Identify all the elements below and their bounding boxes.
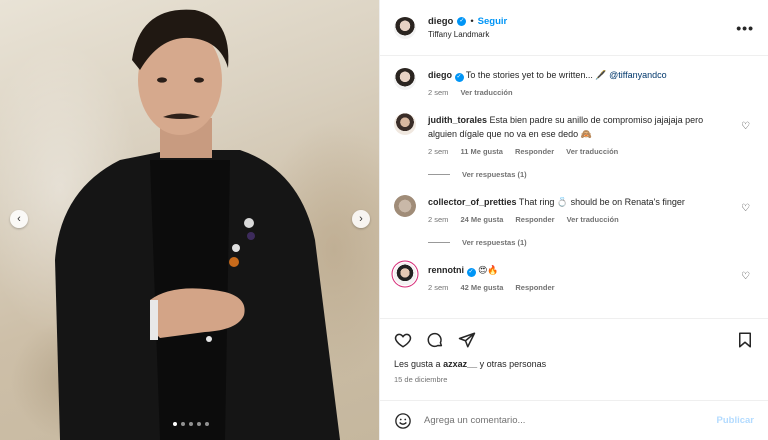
comment-time[interactable]: 2 sem xyxy=(428,215,448,224)
comment-item: collector_of_pretties That ring 💍 should… xyxy=(394,195,754,224)
caption-time[interactable]: 2 sem xyxy=(428,88,448,97)
comment-item: rennotni ✓ 😍🔥 2 sem 42 Me gusta Responde… xyxy=(394,263,754,292)
comment-item: judith_torales Esta bien padre su anillo… xyxy=(394,113,754,156)
avatar[interactable] xyxy=(394,68,416,90)
carousel-dot xyxy=(173,422,177,426)
post-date[interactable]: 15 de diciembre xyxy=(394,375,754,384)
comment-time[interactable]: 2 sem xyxy=(428,283,448,292)
post-photo[interactable]: ‹ › xyxy=(0,0,379,440)
chevron-left-icon: ‹ xyxy=(17,213,21,225)
post-sidebar: diego ✓ • Seguir Tiffany Landmark ••• di… xyxy=(379,0,768,440)
emoji-smiley-icon[interactable] xyxy=(394,412,412,430)
follow-button[interactable]: Seguir xyxy=(478,16,508,27)
reply-button[interactable]: Responder xyxy=(515,147,554,156)
carousel-dot xyxy=(189,422,193,426)
verified-badge-icon: ✓ xyxy=(466,268,476,277)
translate-link[interactable]: Ver traducción xyxy=(460,88,512,97)
likes-suffix[interactable]: y otras personas xyxy=(480,359,547,369)
next-photo-button[interactable]: › xyxy=(352,210,370,228)
comment-username[interactable]: judith_torales xyxy=(428,115,487,125)
view-replies-label: Ver respuestas (1) xyxy=(462,238,527,247)
bookmark-icon[interactable] xyxy=(736,331,754,349)
mention-link[interactable]: @tiffanyandco xyxy=(609,70,667,80)
like-heart-icon[interactable] xyxy=(394,331,412,349)
translate-link[interactable]: Ver traducción xyxy=(566,147,618,156)
more-options-icon[interactable]: ••• xyxy=(736,20,754,36)
post-actions: Les gusta a azxaz__ y otras personas 15 … xyxy=(380,318,768,384)
separator: • xyxy=(470,16,474,27)
divider xyxy=(428,242,450,243)
comment-bubble-icon[interactable] xyxy=(426,331,444,349)
heart-icon[interactable]: ♡ xyxy=(741,203,750,214)
heart-icon[interactable]: ♡ xyxy=(741,271,750,282)
comment-text: 😍🔥 xyxy=(478,265,499,275)
avatar[interactable] xyxy=(394,263,416,285)
reply-button[interactable]: Responder xyxy=(515,215,554,224)
view-replies-button[interactable]: Ver respuestas (1) xyxy=(428,238,754,247)
carousel-dot xyxy=(181,422,185,426)
comment-text: That ring 💍 should be on Renata's finger xyxy=(518,197,685,207)
share-paper-plane-icon[interactable] xyxy=(458,331,476,349)
carousel-dot xyxy=(197,422,201,426)
chevron-right-icon: › xyxy=(359,213,363,225)
man-in-black-coat-figure xyxy=(55,9,340,440)
divider xyxy=(428,174,450,175)
caption-username[interactable]: diego xyxy=(428,70,452,80)
post-header: diego ✓ • Seguir Tiffany Landmark ••• xyxy=(380,0,768,56)
previous-photo-button[interactable]: ‹ xyxy=(10,210,28,228)
comment-likes[interactable]: 11 Me gusta xyxy=(460,147,503,156)
translate-link[interactable]: Ver traducción xyxy=(567,215,619,224)
comment-input[interactable]: Agrega un comentario... xyxy=(424,415,717,426)
author-username[interactable]: diego xyxy=(428,16,453,27)
avatar[interactable] xyxy=(394,113,416,135)
caption-text: To the stories yet to be written... 🖋️ xyxy=(465,70,607,80)
comment-likes[interactable]: 42 Me gusta xyxy=(460,283,503,292)
comment-username[interactable]: collector_of_pretties xyxy=(428,197,517,207)
likes-prefix: Les gusta a xyxy=(394,359,441,369)
verified-badge-icon: ✓ xyxy=(457,17,467,26)
verified-badge-icon: ✓ xyxy=(454,73,464,82)
likes-summary[interactable]: Les gusta a azxaz__ y otras personas xyxy=(394,359,754,369)
location-link[interactable]: Tiffany Landmark xyxy=(428,30,736,39)
caption: diego ✓ To the stories yet to be written… xyxy=(394,68,754,97)
avatar[interactable] xyxy=(394,16,416,39)
comments-list: diego ✓ To the stories yet to be written… xyxy=(380,56,768,318)
carousel-indicator xyxy=(173,422,209,426)
comment-likes[interactable]: 24 Me gusta xyxy=(460,215,503,224)
comment-username[interactable]: rennotni xyxy=(428,265,464,275)
avatar[interactable] xyxy=(394,195,416,217)
comment-composer: Agrega un comentario... Publicar xyxy=(380,400,768,440)
publish-button[interactable]: Publicar xyxy=(717,415,755,426)
carousel-dot xyxy=(205,422,209,426)
likes-user[interactable]: azxaz__ xyxy=(443,359,477,369)
view-replies-label: Ver respuestas (1) xyxy=(462,170,527,179)
heart-icon[interactable]: ♡ xyxy=(741,121,750,132)
reply-button[interactable]: Responder xyxy=(515,283,554,292)
comment-time[interactable]: 2 sem xyxy=(428,147,448,156)
view-replies-button[interactable]: Ver respuestas (1) xyxy=(428,170,754,179)
